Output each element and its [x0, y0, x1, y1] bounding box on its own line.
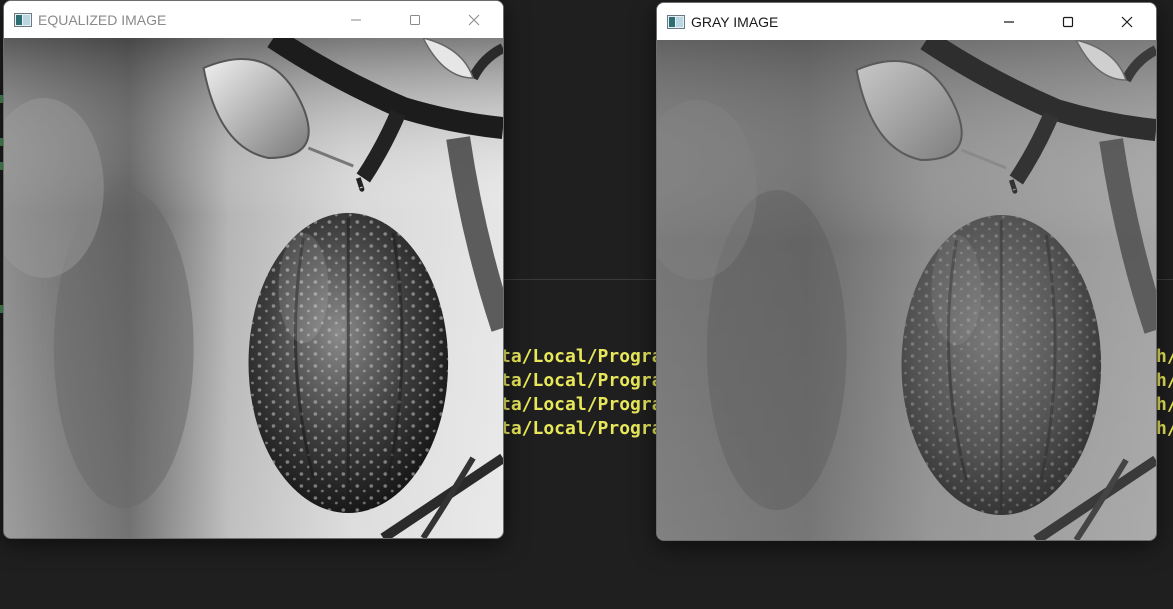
app-icon: [14, 12, 32, 27]
terminal-line-fragment: h/: [1156, 418, 1173, 439]
terminal-line-fragment: h/: [1156, 346, 1173, 367]
window-title: EQUALIZED IMAGE: [38, 11, 167, 28]
image-canvas: [4, 38, 503, 538]
terminal-line: ta/Local/Progra: [500, 418, 663, 439]
maximize-icon: [409, 14, 420, 25]
terminal-line-fragment: h/: [1156, 394, 1173, 415]
window-titlebar[interactable]: EQUALIZED IMAGE: [4, 1, 503, 38]
minimize-button[interactable]: [979, 3, 1038, 40]
terminal-line-fragment: h/: [1156, 370, 1173, 391]
terminal-line: ta/Local/Progra: [500, 370, 663, 391]
window-title: GRAY IMAGE: [691, 13, 779, 30]
equalized-image-window[interactable]: EQUALIZED IMAGE: [3, 0, 504, 539]
image-canvas: [657, 40, 1156, 540]
close-icon: [468, 14, 479, 25]
close-icon: [1121, 16, 1132, 27]
equalized-apple-image: [4, 38, 503, 538]
maximize-button[interactable]: [385, 1, 444, 38]
close-button[interactable]: [444, 1, 503, 38]
minimize-icon: [350, 19, 361, 20]
maximize-button[interactable]: [1038, 3, 1097, 40]
app-icon: [667, 14, 685, 29]
gray-apple-image: [657, 40, 1156, 540]
maximize-icon: [1062, 16, 1073, 27]
gray-image-window[interactable]: GRAY IMAGE: [656, 2, 1157, 541]
minimize-button[interactable]: [326, 1, 385, 38]
terminal-line: ta/Local/Progra: [500, 394, 663, 415]
close-button[interactable]: [1097, 3, 1156, 40]
minimize-icon: [1003, 20, 1014, 23]
window-titlebar[interactable]: GRAY IMAGE: [657, 3, 1156, 40]
desktop: ta/Local/Progra ta/Local/Progra ta/Local…: [0, 0, 1173, 609]
terminal-line: ta/Local/Progra: [500, 346, 663, 367]
